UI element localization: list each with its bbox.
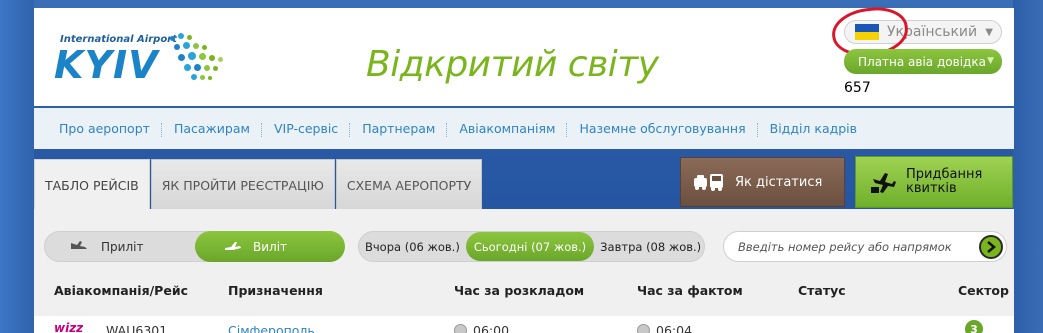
taxi-bus-icon	[693, 172, 725, 192]
direction-toggle: Приліт Виліт	[44, 231, 345, 262]
page-background-right	[1013, 0, 1043, 333]
clock-icon	[637, 324, 650, 333]
sector-badge: 3	[965, 320, 983, 333]
column-scheduled-time: Час за розкладом	[454, 283, 585, 298]
scheduled-time: 06:00	[454, 323, 509, 333]
column-airline-flight: Авіакомпанія/Рейс	[54, 283, 188, 298]
page-background-left	[0, 0, 34, 333]
paid-info-label: Платна авіа довідка	[858, 54, 986, 69]
day-today[interactable]: Сьогодні (07 жов.)	[465, 232, 595, 261]
nav-item-partners[interactable]: Партнерам	[349, 121, 447, 137]
tab-flight-board[interactable]: ТАБЛО РЕЙСІВ	[34, 159, 150, 211]
visit-counter: 657	[844, 80, 871, 96]
flight-number: WAU6301	[106, 323, 168, 333]
site-slogan: Відкритий світу	[366, 44, 659, 85]
column-sector: Сектор	[958, 283, 1009, 298]
chevron-down-icon: ▼	[987, 56, 994, 66]
column-destination: Призначення	[228, 283, 323, 298]
nav-item-vip[interactable]: VIP-сервіс	[260, 121, 350, 137]
how-to-get-label: Як дістатися	[735, 174, 823, 190]
destination-link[interactable]: Сімферополь	[228, 323, 315, 333]
arrival-plane-icon	[71, 240, 87, 254]
nav-item-ground-services[interactable]: Наземне обслуговування	[566, 121, 757, 137]
actual-time-value: 06:04	[656, 323, 693, 333]
day-yesterday[interactable]: Вчора (06 жов.)	[359, 240, 466, 254]
how-to-get-button[interactable]: Як дістатися	[680, 157, 845, 207]
nav-item-about[interactable]: Про аеропорт	[47, 121, 162, 136]
actual-time: 06:04	[637, 323, 692, 333]
arrivals-label: Приліт	[101, 239, 144, 254]
plane-ticket-icon	[870, 169, 896, 195]
day-tomorrow[interactable]: Завтра (08 жов.)	[594, 240, 707, 254]
buy-tickets-label: Придбання квитків	[906, 167, 983, 196]
search-go-button[interactable]	[979, 235, 1003, 259]
column-actual-time: Час за фактом	[637, 283, 743, 298]
departures-toggle[interactable]: Виліт	[195, 231, 345, 262]
flight-search-input[interactable]	[738, 238, 968, 256]
tab-airport-map[interactable]: СХЕМА АЕРОПОРТУ	[335, 159, 483, 210]
logo-dots-icon	[164, 30, 226, 88]
nav-item-passengers[interactable]: Пасажирам	[160, 121, 262, 137]
main-navigation: Про аеропорт Пасажирам VIP-сервіс Партне…	[34, 108, 1014, 149]
tab-check-in[interactable]: ЯК ПРОЙТИ РЕЄСТРАЦІЮ	[150, 159, 335, 210]
clock-icon	[454, 324, 467, 333]
flight-table-header: Авіакомпанія/Рейс Призначення Час за роз…	[34, 283, 1014, 301]
logo-title: KYIV	[54, 43, 159, 87]
arrow-right-icon	[987, 241, 996, 253]
departure-plane-icon	[225, 240, 241, 254]
flight-board-panel: Приліт Виліт Вчора (06 жов.) Сьогодні (0…	[34, 209, 1014, 333]
column-status: Статус	[798, 283, 846, 298]
nav-item-hr[interactable]: Відділ кадрів	[756, 121, 869, 137]
chevron-down-icon: ▼	[985, 27, 993, 38]
content-tabs: ТАБЛО РЕЙСІВ ЯК ПРОЙТИ РЕЄСТРАЦІЮ СХЕМА …	[34, 159, 483, 211]
airline-logo: wizz	[54, 321, 84, 333]
kyiv-airport-logo[interactable]: International Airport KYIV	[52, 28, 223, 92]
arrivals-toggle[interactable]: Приліт	[45, 232, 195, 261]
day-selector: Вчора (06 жов.) Сьогодні (07 жов.) Завтр…	[358, 231, 705, 262]
buy-tickets-button[interactable]: Придбання квитків	[855, 156, 1013, 208]
departures-label: Виліт	[253, 239, 288, 254]
nav-item-airlines[interactable]: Авіакомпаніям	[446, 121, 567, 137]
site-header: International Airport KYIV Відкритий сві…	[34, 4, 1014, 106]
scheduled-time-value: 06:00	[473, 323, 510, 333]
flight-search	[723, 231, 1007, 262]
table-row[interactable]: wizz WAU6301 Сімферополь 06:00 06:04 3	[34, 316, 1014, 333]
paid-info-dropdown[interactable]: Платна авіа довідка ▼	[844, 49, 1002, 74]
